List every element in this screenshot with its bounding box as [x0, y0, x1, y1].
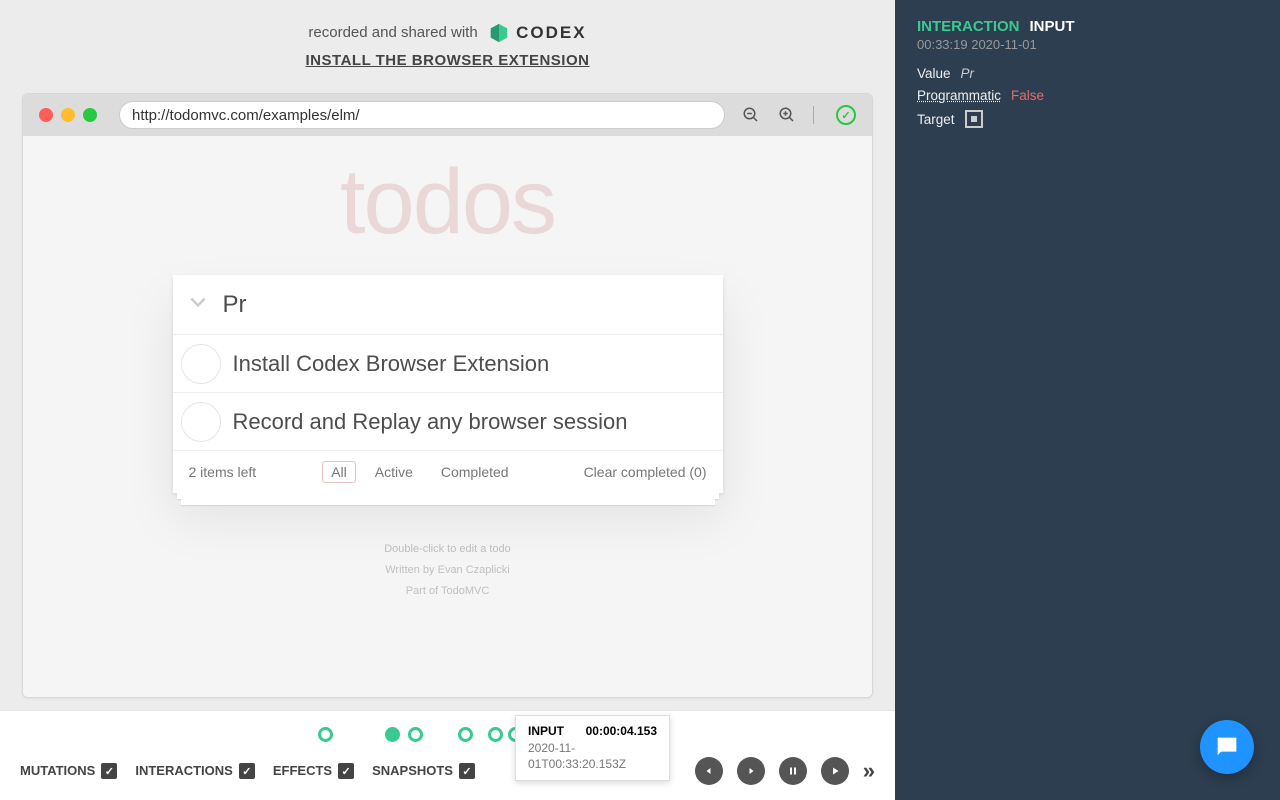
todo-checkbox[interactable] — [181, 344, 221, 384]
zoom-out-icon[interactable] — [741, 105, 761, 125]
interactions-toggle[interactable]: INTERACTIONS✓ — [135, 763, 255, 780]
window-maximize-button[interactable] — [83, 108, 97, 122]
chat-launcher-button[interactable] — [1200, 720, 1254, 774]
todo-item: Record and Replay any browser session — [173, 393, 723, 451]
event-details-panel: INTERACTION INPUT 00:33:19 2020-11-01 Va… — [895, 0, 1280, 800]
cube-icon — [488, 22, 510, 44]
next-button[interactable] — [737, 757, 765, 785]
credit-line: Written by Evan Czaplicki — [23, 560, 872, 581]
prop-key-target: Target — [917, 112, 955, 127]
fast-forward-icon[interactable]: » — [863, 758, 875, 784]
url-input[interactable] — [132, 107, 712, 124]
credit-line: Double-click to edit a todo — [23, 539, 872, 560]
timeline-event-marker[interactable] — [488, 727, 503, 742]
banner-recorded: recorded and shared with — [308, 24, 477, 41]
zoom-in-icon[interactable] — [777, 105, 797, 125]
timeline-tooltip: INPUT 00:00:04.153 2020-11-01T00:33:20.1… — [515, 715, 670, 781]
prop-val-value: Pr — [961, 66, 975, 81]
todo-label[interactable]: Record and Replay any browser session — [233, 409, 628, 435]
clear-completed-button[interactable]: Clear completed (0) — [584, 464, 707, 480]
timeline-track[interactable]: INPUT 00:00:04.153 2020-11-01T00:33:20.1… — [0, 719, 895, 749]
check-icon: ✓ — [338, 763, 354, 779]
toggle-all-button[interactable] — [173, 292, 223, 318]
verified-icon: ✓ — [836, 105, 856, 125]
timeline-event-marker[interactable] — [458, 727, 473, 742]
browser-frame: ✓ todos Pr Install Codex Browser Extensi… — [22, 93, 873, 698]
items-left-count: 2 items left — [189, 464, 257, 480]
prop-val-programmatic: False — [1011, 88, 1044, 103]
todo-app-title: todos — [23, 150, 872, 255]
filter-all-button[interactable]: All — [322, 461, 356, 483]
install-extension-link[interactable]: INSTALL THE BROWSER EXTENSION — [0, 52, 895, 69]
check-icon: ✓ — [101, 763, 117, 779]
timeline-event-marker[interactable] — [408, 727, 423, 742]
browser-titlebar: ✓ — [23, 94, 872, 136]
codex-logo: CODEX — [488, 22, 586, 44]
target-icon[interactable] — [965, 110, 983, 128]
tooltip-elapsed: 00:00:04.153 — [586, 724, 657, 738]
mutations-toggle[interactable]: MUTATIONS✓ — [20, 763, 117, 780]
pause-button[interactable] — [779, 757, 807, 785]
todo-checkbox[interactable] — [181, 402, 221, 442]
filter-active-button[interactable]: Active — [366, 461, 422, 483]
tooltip-label: INPUT — [528, 724, 564, 738]
check-icon: ✓ — [459, 763, 475, 779]
url-bar[interactable] — [119, 101, 725, 129]
credit-line: Part of TodoMVC — [23, 581, 872, 602]
effects-toggle[interactable]: EFFECTS✓ — [273, 763, 354, 780]
todo-item: Install Codex Browser Extension — [173, 335, 723, 393]
divider — [813, 106, 814, 124]
event-category: INTERACTION — [917, 18, 1020, 35]
prop-key-value: Value — [917, 66, 951, 81]
tooltip-timestamp: 2020-11-01T00:33:20.153Z — [528, 741, 657, 772]
timeline-event-marker[interactable] — [318, 727, 333, 742]
filter-completed-button[interactable]: Completed — [432, 461, 518, 483]
todo-credits: Double-click to edit a todo Written by E… — [23, 539, 872, 602]
snapshots-toggle[interactable]: SNAPSHOTS✓ — [372, 763, 475, 780]
timeline-event-marker[interactable] — [385, 727, 400, 742]
window-close-button[interactable] — [39, 108, 53, 122]
prop-key-programmatic: Programmatic — [917, 88, 1001, 103]
window-minimize-button[interactable] — [61, 108, 75, 122]
play-button[interactable] — [821, 757, 849, 785]
new-todo-input[interactable]: Pr — [223, 291, 247, 319]
todo-card: Pr Install Codex Browser Extension Recor… — [173, 275, 723, 493]
codex-brand-text: CODEX — [516, 23, 586, 43]
prev-button[interactable] — [695, 757, 723, 785]
event-timestamp: 00:33:19 2020-11-01 — [917, 37, 1258, 52]
event-type: INPUT — [1030, 18, 1075, 35]
todo-label[interactable]: Install Codex Browser Extension — [233, 351, 550, 377]
timeline-bar: INPUT 00:00:04.153 2020-11-01T00:33:20.1… — [0, 710, 895, 800]
check-icon: ✓ — [239, 763, 255, 779]
